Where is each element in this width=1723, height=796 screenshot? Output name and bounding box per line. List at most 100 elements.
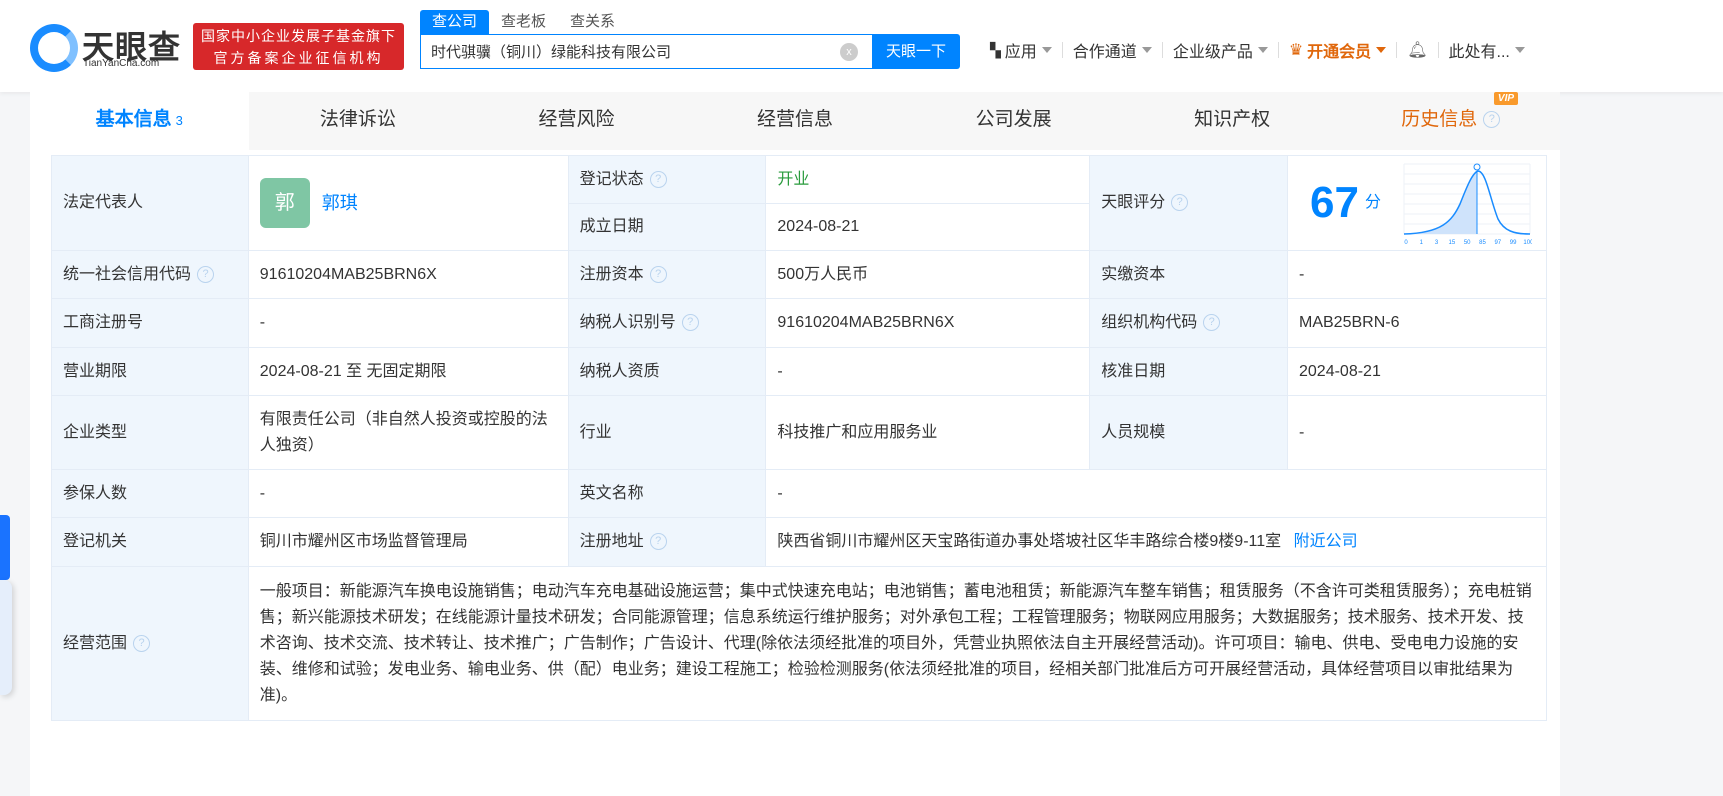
legal-rep-cell: 郭郭琪 [247,155,569,251]
score-unit: 分 [1364,194,1381,212]
industry-value: 科技推广和应用服务业 [765,395,1091,470]
logo-icon [30,24,78,72]
tab-development[interactable]: 公司发展 [904,92,1123,150]
search-button[interactable]: 天眼一下 [872,34,960,69]
logo-domain: TianYanCha.com [83,58,160,69]
basic-info-panel: 法定代表人 郭郭琪 登记状态? 开业 天眼评分? 67 分 0 1 3 15 50 85 97… [30,150,1560,796]
search-tab-boss[interactable]: 查老板 [489,10,558,34]
help-icon[interactable]: ? [197,265,215,283]
taxpayer-qual-value: - [765,347,1091,396]
address-cell: 陕西省铜川市耀州区天宝路街道办事处塔坡社区华丰路综合楼9楼9-11室 附近公司 [765,517,1547,567]
score-tick-label: 97 [1494,240,1501,246]
nav-enterprise-label: 企业级产品 [1172,44,1253,61]
tab-basic-info[interactable]: 基本信息 3 [30,92,249,150]
grid-icon: ▚ [990,41,1001,58]
tianyancha-logo[interactable]: 天眼查 TianYanCha.com [30,24,190,72]
staff-label: 人员规模 [1089,395,1288,470]
chevron-down-icon [1376,47,1387,53]
clear-icon[interactable]: x [840,43,858,61]
approved-value: 2024-08-21 [1287,347,1547,396]
score-cell[interactable]: 67 分 0 1 3 15 50 85 97 99 100 [1287,155,1547,251]
nav-vip[interactable]: ♛ 开通会员 [1279,38,1396,62]
side-float-tab[interactable] [0,515,10,580]
score-distribution-chart: 0 1 3 15 50 85 97 99 100 [1403,163,1532,246]
paid-capital-label: 实缴资本 [1089,250,1288,299]
nav-partner-label: 合作通道 [1072,44,1137,61]
type-label: 企业类型 [51,395,249,470]
help-icon[interactable]: ? [649,265,667,283]
tab-risk[interactable]: 经营风险 [467,92,686,150]
nav-enterprise[interactable]: 企业级产品 [1163,38,1278,62]
tab-ip[interactable]: 知识产权 [1123,92,1342,150]
org-code-label-cell: 组织机构代码? [1089,298,1288,348]
basic-info-table: 法定代表人 郭郭琪 登记状态? 开业 天眼评分? 67 分 0 1 3 15 50 85 97… [51,155,1548,721]
nav-user-label: 此处有... [1448,44,1510,61]
nav-apps-label: 应用 [1004,44,1037,61]
bell-icon[interactable]: 🔔︎ [1397,40,1437,60]
english-name-label: 英文名称 [567,469,767,518]
help-icon[interactable]: ? [681,314,699,332]
nav-user[interactable]: 此处有... [1439,38,1535,62]
english-name-value: - [765,469,1547,518]
tab-legal[interactable]: 法律诉讼 [249,92,468,150]
taxpayer-id-label-cell: 纳税人识别号? [567,298,767,348]
help-icon[interactable]: ? [649,170,667,188]
search-tab-company[interactable]: 查公司 [420,10,490,34]
legal-rep-label: 法定代表人 [51,155,249,251]
taxpayer-qual-label: 纳税人资质 [567,347,767,396]
score-tick-label: 99 [1510,240,1517,246]
help-icon[interactable]: ? [1483,111,1501,129]
help-icon[interactable]: ? [133,634,151,652]
help-icon[interactable]: ? [1203,314,1221,332]
org-code-label: 组织机构代码 [1101,314,1198,331]
status-label: 登记状态 [579,170,644,188]
address-label: 注册地址 [579,533,644,550]
biz-reg-no-label: 工商注册号 [51,298,249,348]
score-tick-label: 15 [1449,240,1456,246]
staff-value: - [1287,395,1547,470]
chevron-down-icon [1141,47,1152,53]
help-icon[interactable]: ? [649,533,667,551]
tab-history[interactable]: 历史信息? VIP [1341,92,1560,150]
tab-operations[interactable]: 经营信息 [686,92,905,150]
score-tick-label: 3 [1435,240,1439,246]
taxpayer-id-label: 纳税人识别号 [579,314,676,331]
score-marker-icon [1473,163,1481,171]
tab-label: 基本信息 [95,109,172,130]
search-tab-relation[interactable]: 查关系 [558,10,627,34]
score-label-cell: 天眼评分? [1089,155,1288,251]
address-value: 陕西省铜川市耀州区天宝路街道办事处塔坡社区华丰路综合楼9楼9-11室 [777,533,1282,550]
score-tick-label: 100 [1523,240,1532,246]
scope-label-cell: 经营范围? [51,566,249,721]
term-value: 2024-08-21 至 无固定期限 [247,347,569,396]
reg-capital-label: 注册资本 [579,265,644,283]
industry-label: 行业 [567,395,767,470]
nav-apps[interactable]: ▚ 应用 [980,38,1062,62]
paid-capital-value: - [1287,250,1547,299]
reg-capital-value: 500万人民币 [765,250,1091,299]
score-tick-label: 50 [1464,240,1471,246]
score-tick-label: 85 [1479,240,1486,246]
top-nav: ▚ 应用 合作通道 企业级产品 ♛ 开通会员 🔔︎ 此处有... [980,38,1535,62]
crown-icon: ♛ [1288,42,1304,59]
nearby-companies-link[interactable]: 附近公司 [1294,533,1358,550]
scope-value: 一般项目：新能源汽车换电设施销售；电动汽车充电基础设施运营；集中式快速充电站；电… [247,566,1548,721]
legal-rep-link[interactable]: 郭琪 [322,193,358,213]
section-tabs: 基本信息 3 法律诉讼 经营风险 经营信息 公司发展 知识产权 历史信息? VIP [30,92,1560,150]
score-tick-label: 0 [1404,240,1408,246]
search-input[interactable] [421,35,821,68]
status-value: 开业 [765,155,1091,204]
help-icon[interactable]: ? [1171,194,1189,212]
authority-label: 登记机关 [51,517,249,567]
authority-value: 铜川市耀州区市场监督管理局 [247,517,569,567]
insured-value: - [247,469,569,518]
chevron-down-icon [1041,47,1052,53]
avatar[interactable]: 郭 [259,178,310,228]
tab-label: 历史信息 [1401,109,1478,130]
nav-vip-label: 开通会员 [1307,44,1372,61]
nav-partner[interactable]: 合作通道 [1063,38,1162,62]
top-header: 天眼查 TianYanCha.com 国家中小企业发展子基金旗下 官方备案企业征… [0,0,1723,92]
side-float-panel[interactable] [0,580,12,695]
chevron-down-icon [1257,47,1268,53]
vip-badge: VIP [1493,92,1519,105]
